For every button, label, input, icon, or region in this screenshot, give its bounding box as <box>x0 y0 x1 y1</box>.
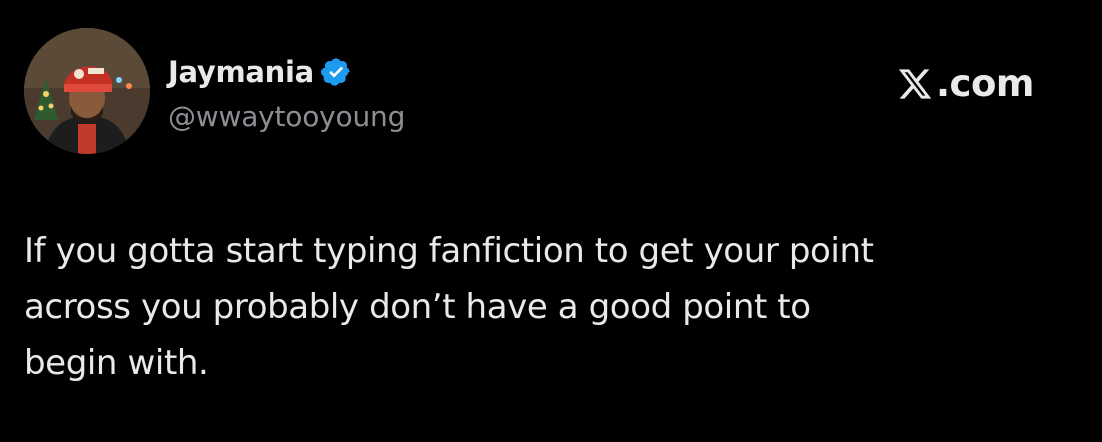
post-text-line: across you probably don’t have a good po… <box>24 287 811 327</box>
brand-watermark: .com <box>896 62 1034 105</box>
post-card: Jaymania @wwaytooyoung .com If you gotta… <box>0 0 1102 442</box>
author-avatar[interactable] <box>24 28 150 154</box>
post-text-line: begin with. <box>24 343 209 383</box>
verified-badge-icon <box>320 56 352 88</box>
post-text: If you gotta start typing fanfiction to … <box>24 223 1084 391</box>
avatar-image <box>24 28 150 154</box>
x-logo-icon <box>896 66 934 102</box>
brand-label: .com <box>936 62 1034 105</box>
post-text-line: If you gotta start typing fanfiction to … <box>24 231 874 271</box>
author-name-row: Jaymania <box>168 52 352 92</box>
author-handle[interactable]: @wwaytooyoung <box>168 100 405 133</box>
author-display-name[interactable]: Jaymania <box>168 55 314 89</box>
